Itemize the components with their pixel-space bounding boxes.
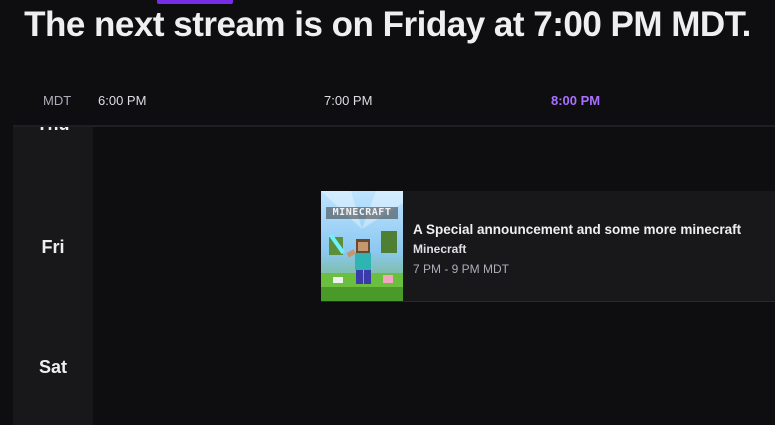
day-column: Thu Fri Sat	[13, 127, 93, 425]
page-title: The next stream is on Friday at 7:00 PM …	[24, 5, 751, 44]
event-title: A Special announcement and some more min…	[413, 222, 742, 237]
cover-title-text: MINECRAFT	[332, 207, 392, 218]
day-label-saturday: Sat	[38, 357, 67, 377]
timezone-label: MDT	[43, 93, 72, 108]
game-cover-image: MINECRAFT	[321, 191, 403, 301]
schedule-event-card[interactable]: MINECRAFT A Special announcement and som…	[321, 191, 775, 302]
schedule-time-header: MDT 6:00 PM 7:00 PM 8:00 PM	[0, 92, 775, 110]
day-label-friday: Fri	[41, 237, 65, 257]
time-tick-8pm-current: 8:00 PM	[551, 93, 601, 108]
event-time-range: 7 PM - 9 PM MDT	[413, 262, 510, 276]
event-game-category: Minecraft	[413, 242, 467, 256]
active-tab-indicator	[157, 0, 233, 4]
day-label-thursday: Thu	[13, 127, 93, 135]
time-tick-6pm: 6:00 PM	[98, 93, 147, 108]
schedule-grid: Thu Fri Sat	[13, 125, 775, 425]
time-tick-7pm: 7:00 PM	[324, 93, 373, 108]
